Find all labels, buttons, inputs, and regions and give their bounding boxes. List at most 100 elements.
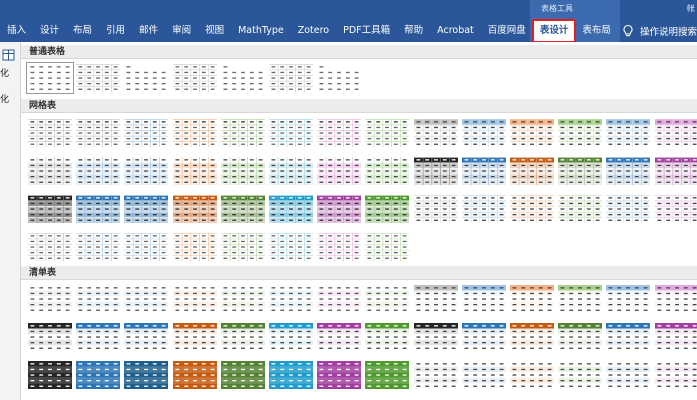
table-style-thumbnail[interactable] [654, 285, 697, 313]
tab-baidu-netdisk[interactable]: 百度网盘 [481, 20, 533, 42]
table-style-thumbnail[interactable] [558, 323, 603, 351]
table-style-thumbnail[interactable] [124, 195, 169, 223]
table-style-thumbnail[interactable] [413, 119, 458, 147]
table-style-thumbnail[interactable] [461, 119, 506, 147]
table-style-thumbnail[interactable] [220, 233, 265, 261]
table-style-thumbnail[interactable] [76, 64, 121, 92]
table-style-thumbnail[interactable] [76, 195, 121, 223]
table-style-thumbnail[interactable] [124, 64, 169, 92]
table-style-thumbnail[interactable] [172, 323, 217, 351]
table-style-thumbnail[interactable] [124, 323, 169, 351]
table-style-thumbnail[interactable] [269, 119, 313, 147]
table-style-thumbnail[interactable] [269, 195, 313, 223]
table-style-thumbnail[interactable] [28, 157, 72, 185]
table-style-thumbnail[interactable] [654, 361, 697, 389]
table-style-thumbnail[interactable] [76, 157, 121, 185]
table-style-thumbnail[interactable] [510, 285, 554, 313]
table-style-thumbnail[interactable] [269, 323, 313, 351]
table-style-thumbnail[interactable] [510, 361, 554, 389]
table-style-thumbnail[interactable] [28, 361, 72, 389]
table-style-thumbnail[interactable] [76, 323, 121, 351]
table-style-thumbnail[interactable] [558, 285, 603, 313]
tab-review[interactable]: 审阅 [165, 20, 198, 42]
table-style-thumbnail[interactable] [220, 64, 265, 92]
table-style-thumbnail[interactable] [124, 233, 169, 261]
table-style-thumbnail[interactable] [76, 119, 121, 147]
table-style-thumbnail[interactable] [558, 157, 603, 185]
table-style-thumbnail[interactable] [606, 195, 651, 223]
table-style-thumbnail[interactable] [172, 285, 217, 313]
table-style-thumbnail[interactable] [413, 157, 458, 185]
tab-help[interactable]: 帮助 [397, 20, 430, 42]
tab-mailings[interactable]: 邮件 [132, 20, 165, 42]
table-style-thumbnail[interactable] [317, 195, 362, 223]
tab-design[interactable]: 设计 [33, 20, 66, 42]
table-style-thumbnail[interactable] [654, 119, 697, 147]
table-style-thumbnail[interactable] [654, 157, 697, 185]
table-style-thumbnail[interactable] [172, 157, 217, 185]
table-style-thumbnail[interactable] [558, 119, 603, 147]
table-style-thumbnail[interactable] [317, 119, 362, 147]
table-style-thumbnail[interactable] [461, 157, 506, 185]
table-style-thumbnail[interactable] [28, 195, 72, 223]
table-style-thumbnail[interactable] [413, 195, 458, 223]
tell-me-search[interactable]: 操作说明搜索 [615, 20, 697, 42]
table-style-thumbnail[interactable] [269, 361, 313, 389]
table-style-thumbnail[interactable] [269, 64, 313, 92]
table-style-thumbnail[interactable] [317, 285, 362, 313]
table-style-thumbnail[interactable] [606, 285, 651, 313]
table-style-thumbnail[interactable] [365, 323, 410, 351]
table-style-thumbnail[interactable] [461, 195, 506, 223]
table-style-thumbnail[interactable] [172, 64, 217, 92]
table-style-thumbnail[interactable] [510, 323, 554, 351]
table-style-options-icon[interactable] [2, 48, 16, 62]
table-style-thumbnail[interactable] [28, 285, 72, 313]
table-style-thumbnail[interactable] [461, 361, 506, 389]
table-style-thumbnail[interactable] [76, 285, 121, 313]
table-style-thumbnail[interactable] [317, 157, 362, 185]
table-style-thumbnail[interactable] [606, 119, 651, 147]
table-style-thumbnail[interactable] [28, 233, 72, 261]
table-style-thumbnail[interactable] [269, 285, 313, 313]
table-style-thumbnail[interactable] [220, 285, 265, 313]
table-style-thumbnail[interactable] [317, 233, 362, 261]
table-style-thumbnail[interactable] [124, 119, 169, 147]
table-style-thumbnail[interactable] [317, 64, 362, 92]
table-style-thumbnail[interactable] [76, 233, 121, 261]
table-style-thumbnail[interactable] [172, 233, 217, 261]
table-style-thumbnail[interactable] [413, 323, 458, 351]
table-style-thumbnail[interactable] [606, 323, 651, 351]
table-style-thumbnail[interactable] [76, 361, 121, 389]
table-style-thumbnail[interactable] [317, 361, 362, 389]
table-style-thumbnail[interactable] [365, 361, 410, 389]
table-style-thumbnail[interactable] [124, 285, 169, 313]
table-style-thumbnail[interactable] [220, 195, 265, 223]
table-style-thumbnail[interactable] [365, 119, 410, 147]
tab-table-design[interactable]: 表设计 [531, 19, 577, 43]
table-style-thumbnail[interactable] [654, 195, 697, 223]
table-style-thumbnail[interactable] [510, 195, 554, 223]
tab-references[interactable]: 引用 [99, 20, 132, 42]
table-style-thumbnail[interactable] [26, 62, 74, 94]
table-style-thumbnail[interactable] [413, 361, 458, 389]
tab-mathtype[interactable]: MathType [231, 20, 291, 42]
tab-layout[interactable]: 布局 [66, 20, 99, 42]
tab-table-layout[interactable]: 表布局 [575, 20, 618, 42]
table-style-thumbnail[interactable] [269, 157, 313, 185]
table-style-thumbnail[interactable] [269, 233, 313, 261]
table-style-thumbnail[interactable] [220, 119, 265, 147]
table-style-thumbnail[interactable] [28, 323, 72, 351]
table-style-thumbnail[interactable] [413, 285, 458, 313]
tab-zotero[interactable]: Zotero [291, 20, 336, 42]
table-style-thumbnail[interactable] [172, 361, 217, 389]
table-style-thumbnail[interactable] [510, 157, 554, 185]
table-style-thumbnail[interactable] [365, 195, 410, 223]
table-style-thumbnail[interactable] [461, 285, 506, 313]
table-style-thumbnail[interactable] [124, 157, 169, 185]
table-style-thumbnail[interactable] [365, 233, 410, 261]
table-style-thumbnail[interactable] [365, 157, 410, 185]
tab-acrobat[interactable]: Acrobat [430, 20, 481, 42]
table-style-thumbnail[interactable] [461, 323, 506, 351]
table-style-thumbnail[interactable] [510, 119, 554, 147]
table-style-thumbnail[interactable] [654, 323, 697, 351]
